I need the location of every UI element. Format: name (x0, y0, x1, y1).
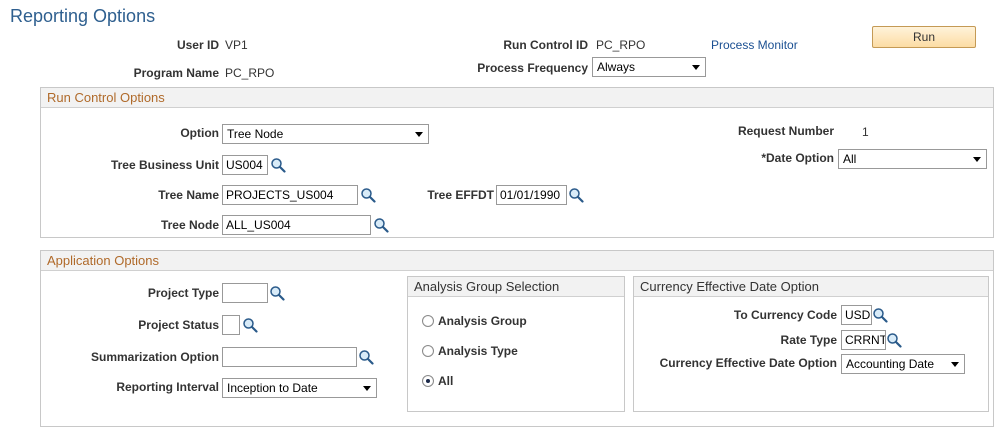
request-number-value: 1 (862, 125, 869, 139)
to-currency-code-input[interactable]: USD (841, 305, 872, 325)
date-option-value: All (843, 152, 857, 166)
project-type-lookup-icon[interactable] (269, 285, 285, 301)
option-label: Option (180, 126, 219, 140)
project-status-label: Project Status (138, 318, 219, 332)
tree-node-label: Tree Node (160, 218, 219, 232)
analysis-group-radio-label: Analysis Group (438, 314, 527, 328)
chevron-down-icon (951, 362, 959, 367)
page-title: Reporting Options (10, 6, 156, 26)
summarization-option-input[interactable] (222, 347, 357, 367)
request-number-label: Request Number (737, 124, 834, 138)
run-control-options-header: Run Control Options (41, 88, 993, 108)
currency-effective-date-option-header: Currency Effective Date Option (634, 277, 988, 297)
application-options-header: Application Options (41, 251, 993, 271)
all-radio-label: All (438, 374, 454, 388)
tree-effdt-lookup-icon[interactable] (568, 187, 584, 203)
summarization-option-lookup-icon[interactable] (358, 349, 374, 365)
tree-business-unit-input[interactable]: US004 (222, 155, 268, 175)
user-id-value: VP1 (225, 38, 248, 52)
summarization-option-label: Summarization Option (90, 350, 219, 364)
currency-effective-date-option-select[interactable]: Accounting Date (841, 354, 965, 374)
chevron-down-icon (363, 386, 371, 391)
program-name-label: Program Name (133, 66, 219, 80)
project-status-lookup-icon[interactable] (242, 317, 258, 333)
run-button[interactable]: Run (872, 26, 976, 48)
run-control-id-value: PC_RPO (596, 38, 646, 52)
option-value: Tree Node (227, 127, 284, 141)
analysis-type-radio-label: Analysis Type (438, 344, 518, 358)
tree-node-lookup-icon[interactable] (373, 217, 389, 233)
all-radio[interactable] (422, 375, 434, 387)
chevron-down-icon (692, 65, 700, 70)
process-frequency-label: Process Frequency (477, 61, 588, 75)
chevron-down-icon (415, 132, 423, 137)
project-status-input[interactable] (222, 315, 240, 335)
analysis-type-radio[interactable] (422, 345, 434, 357)
currency-effective-date-option-label: Currency Effective Date Option (659, 356, 837, 370)
tree-effdt-label: Tree EFFDT (427, 188, 494, 202)
tree-name-label: Tree Name (158, 188, 219, 202)
currency-effective-date-option-value: Accounting Date (846, 357, 935, 371)
rate-type-lookup-icon[interactable] (886, 332, 902, 348)
process-monitor-link[interactable]: Process Monitor (711, 38, 798, 52)
run-control-id-label: Run Control ID (503, 38, 588, 52)
tree-name-lookup-icon[interactable] (360, 187, 376, 203)
tree-node-input[interactable]: ALL_US004 (222, 215, 371, 235)
date-option-label: *Date Option (761, 151, 834, 165)
tree-effdt-input[interactable]: 01/01/1990 (496, 185, 567, 205)
project-type-input[interactable] (222, 283, 268, 303)
project-type-label: Project Type (147, 286, 219, 300)
analysis-group-radio[interactable] (422, 315, 434, 327)
tree-business-unit-lookup-icon[interactable] (270, 157, 286, 173)
reporting-interval-label: Reporting Interval (116, 380, 219, 394)
process-frequency-value: Always (597, 60, 636, 74)
process-frequency-select[interactable]: Always (592, 57, 706, 77)
option-select[interactable]: Tree Node (222, 124, 429, 144)
tree-business-unit-label: Tree Business Unit (110, 158, 219, 172)
to-currency-code-label: To Currency Code (733, 308, 837, 322)
to-currency-code-lookup-icon[interactable] (872, 307, 888, 323)
rate-type-label: Rate Type (780, 333, 837, 347)
reporting-interval-select[interactable]: Inception to Date (222, 378, 377, 398)
user-id-label: User ID (176, 38, 219, 52)
date-option-select[interactable]: All (838, 149, 987, 169)
tree-name-input[interactable]: PROJECTS_US004 (222, 185, 358, 205)
chevron-down-icon (973, 157, 981, 162)
program-name-value: PC_RPO (225, 66, 275, 80)
rate-type-input[interactable]: CRRNT (841, 330, 886, 350)
reporting-interval-value: Inception to Date (227, 381, 318, 395)
analysis-group-selection-header: Analysis Group Selection (408, 277, 624, 297)
